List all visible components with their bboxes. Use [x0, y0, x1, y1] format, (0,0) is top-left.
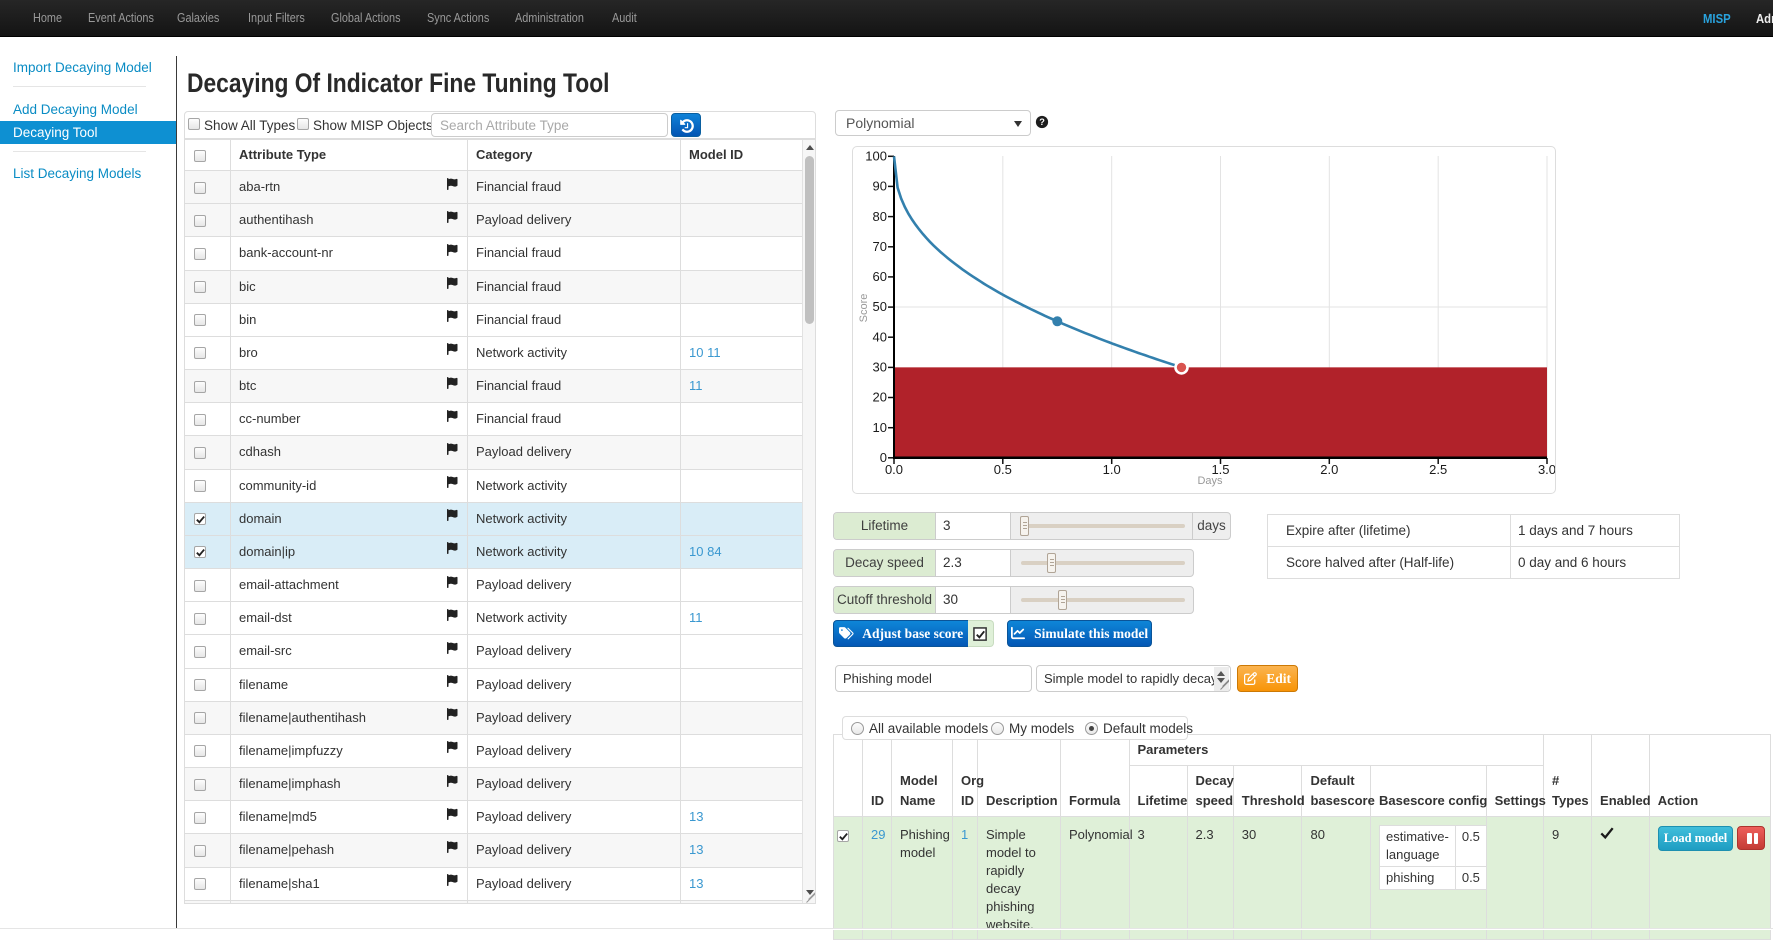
svg-text:80: 80 — [873, 209, 887, 224]
svg-text:20: 20 — [873, 390, 887, 405]
svg-text:50: 50 — [873, 299, 887, 314]
svg-text:2.5: 2.5 — [1429, 462, 1447, 477]
svg-text:1.0: 1.0 — [1103, 462, 1121, 477]
svg-text:0.5: 0.5 — [994, 462, 1012, 477]
svg-text:Score: Score — [858, 294, 870, 323]
svg-text:?: ? — [1039, 117, 1045, 127]
svg-text:30: 30 — [873, 360, 887, 375]
svg-text:Days: Days — [1197, 475, 1223, 487]
svg-text:3.0: 3.0 — [1538, 462, 1555, 477]
svg-text:40: 40 — [873, 329, 887, 344]
svg-text:60: 60 — [873, 269, 887, 284]
svg-text:0.0: 0.0 — [885, 462, 903, 477]
svg-text:2.0: 2.0 — [1320, 462, 1338, 477]
svg-text:70: 70 — [873, 239, 887, 254]
svg-text:90: 90 — [873, 179, 887, 194]
svg-text:10: 10 — [873, 420, 887, 435]
svg-text:100: 100 — [865, 149, 887, 164]
